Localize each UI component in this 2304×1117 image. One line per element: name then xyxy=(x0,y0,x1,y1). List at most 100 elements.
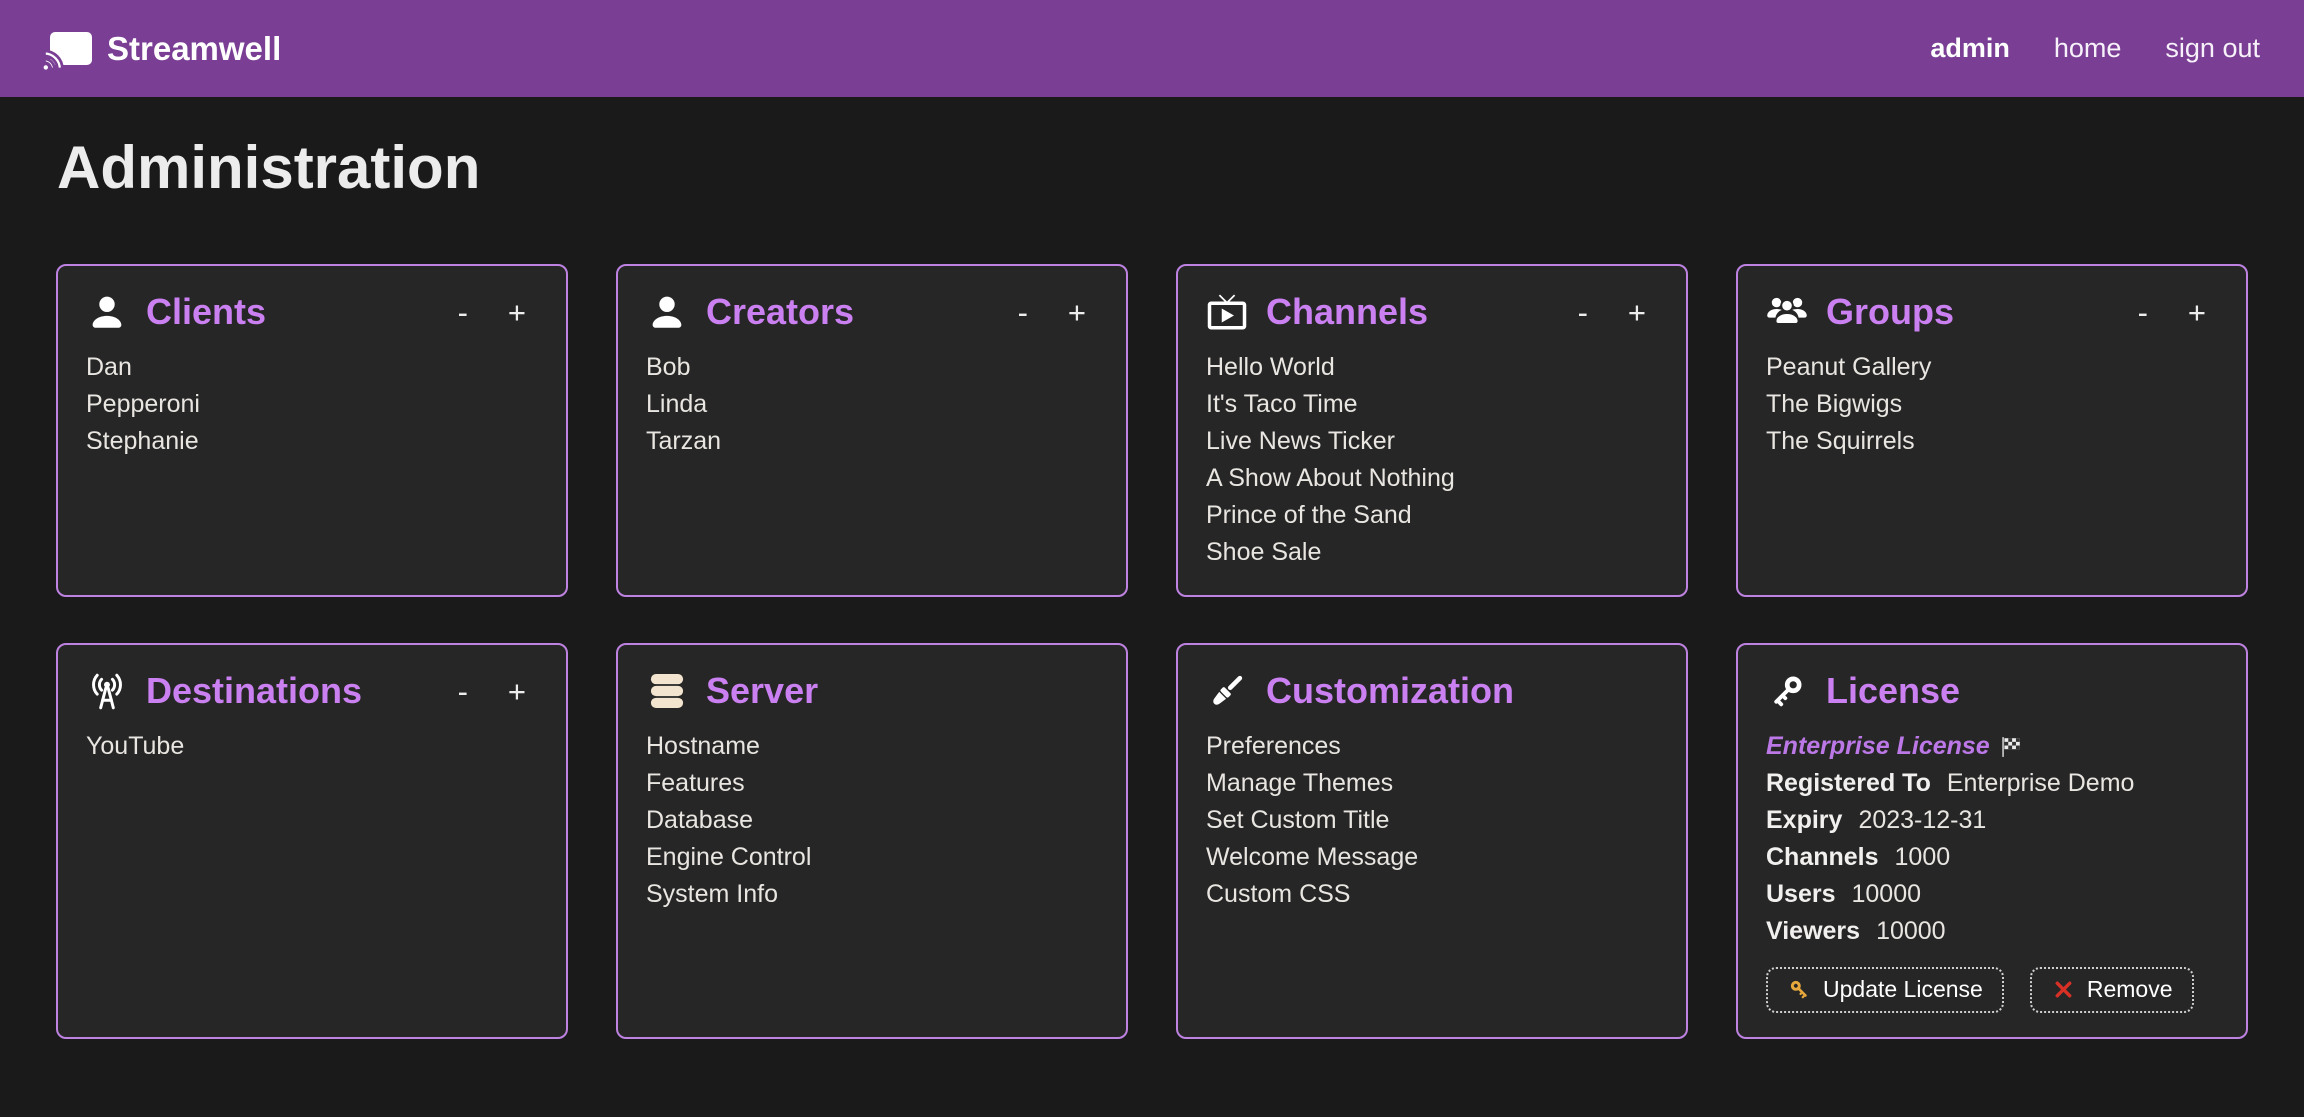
field-value: 10000 xyxy=(1852,876,1922,913)
top-nav: admin home sign out xyxy=(1930,33,2260,64)
list-item[interactable]: Engine Control xyxy=(646,839,1098,876)
list-item[interactable]: The Squirrels xyxy=(1766,423,2218,460)
database-icon xyxy=(646,670,688,712)
list-item[interactable]: It's Taco Time xyxy=(1206,386,1658,423)
clients-list: DanPepperoniStephanie xyxy=(86,349,538,460)
group-icon xyxy=(1766,291,1808,333)
checkered-flag-icon xyxy=(2000,736,2022,758)
add-client-button[interactable]: + xyxy=(508,297,526,328)
nav-admin[interactable]: admin xyxy=(1930,33,2010,64)
license-fields: Registered To Enterprise Demo Expiry 202… xyxy=(1766,765,2218,950)
field-label: Registered To xyxy=(1766,765,1931,802)
field-label: Channels xyxy=(1766,839,1879,876)
list-item[interactable]: Linda xyxy=(646,386,1098,423)
card-title: License xyxy=(1826,667,1960,715)
channels-list: Hello WorldIt's Taco TimeLive News Ticke… xyxy=(1206,349,1658,571)
license-buttons: Update License Remove xyxy=(1766,967,2218,1013)
add-creator-button[interactable]: + xyxy=(1068,297,1086,328)
list-item[interactable]: Dan xyxy=(86,349,538,386)
field-value: Enterprise Demo xyxy=(1947,765,2135,802)
remove-creator-button[interactable]: - xyxy=(1018,297,1028,328)
list-item[interactable]: Peanut Gallery xyxy=(1766,349,2218,386)
person-icon xyxy=(86,291,128,333)
creators-list: BobLindaTarzan xyxy=(646,349,1098,460)
destinations-list: YouTube xyxy=(86,728,538,765)
license-field-users: Users 10000 xyxy=(1766,876,2218,913)
list-item[interactable]: Prince of the Sand xyxy=(1206,497,1658,534)
brand-link[interactable]: Streamwell xyxy=(42,27,281,71)
field-value: 2023-12-31 xyxy=(1858,802,1986,839)
topbar: Streamwell admin home sign out xyxy=(0,0,2304,97)
card-title: Clients xyxy=(146,288,266,336)
card-channels: Channels - + Hello WorldIt's Taco TimeLi… xyxy=(1176,264,1688,597)
cast-logo-icon xyxy=(42,27,94,71)
license-field-viewers: Viewers 10000 xyxy=(1766,913,2218,950)
list-item[interactable]: Bob xyxy=(646,349,1098,386)
card-title: Server xyxy=(706,667,818,715)
list-item[interactable]: System Info xyxy=(646,876,1098,913)
card-license: License Enterprise License Registered xyxy=(1736,643,2248,1039)
list-item[interactable]: Pepperoni xyxy=(86,386,538,423)
list-item[interactable]: Custom CSS xyxy=(1206,876,1658,913)
button-label: Remove xyxy=(2087,976,2173,1004)
card-server: Server HostnameFeaturesDatabaseEngine Co… xyxy=(616,643,1128,1039)
nav-sign-out[interactable]: sign out xyxy=(2165,33,2260,64)
groups-list: Peanut GalleryThe BigwigsThe Squirrels xyxy=(1766,349,2218,460)
remove-license-button[interactable]: Remove xyxy=(2030,967,2194,1013)
card-customization: Customization PreferencesManage ThemesSe… xyxy=(1176,643,1688,1039)
field-label: Users xyxy=(1766,876,1836,913)
card-creators: Creators - + BobLindaTarzan xyxy=(616,264,1128,597)
card-title: Creators xyxy=(706,288,854,336)
card-destinations: Destinations - + YouTube xyxy=(56,643,568,1039)
page-title: Administration xyxy=(57,133,2304,202)
list-item[interactable]: A Show About Nothing xyxy=(1206,460,1658,497)
server-list: HostnameFeaturesDatabaseEngine ControlSy… xyxy=(646,728,1098,913)
list-item[interactable]: Database xyxy=(646,802,1098,839)
brand-name: Streamwell xyxy=(107,30,281,68)
list-item[interactable]: Features xyxy=(646,765,1098,802)
list-item[interactable]: Shoe Sale xyxy=(1206,534,1658,571)
card-title: Groups xyxy=(1826,288,1954,336)
list-item[interactable]: YouTube xyxy=(86,728,538,765)
nav-home[interactable]: home xyxy=(2054,33,2122,64)
license-field-registered-to: Registered To Enterprise Demo xyxy=(1766,765,2218,802)
add-group-button[interactable]: + xyxy=(2188,297,2206,328)
field-label: Viewers xyxy=(1766,913,1860,950)
field-value: 1000 xyxy=(1895,839,1951,876)
gold-key-icon xyxy=(1787,977,1812,1002)
field-value: 10000 xyxy=(1876,913,1946,950)
person-icon xyxy=(646,291,688,333)
button-label: Update License xyxy=(1823,976,1983,1004)
license-type: Enterprise License xyxy=(1766,728,2218,765)
list-item[interactable]: Welcome Message xyxy=(1206,839,1658,876)
list-item[interactable]: The Bigwigs xyxy=(1766,386,2218,423)
list-item[interactable]: Preferences xyxy=(1206,728,1658,765)
list-item[interactable]: Tarzan xyxy=(646,423,1098,460)
admin-cards-grid: Clients - + DanPepperoniStephanie Creato… xyxy=(56,264,2248,1039)
live-tv-icon xyxy=(1206,291,1248,333)
red-x-icon xyxy=(2051,977,2076,1002)
paintbrush-icon xyxy=(1206,670,1248,712)
card-clients: Clients - + DanPepperoniStephanie xyxy=(56,264,568,597)
license-field-channels: Channels 1000 xyxy=(1766,839,2218,876)
list-item[interactable]: Live News Ticker xyxy=(1206,423,1658,460)
list-item[interactable]: Manage Themes xyxy=(1206,765,1658,802)
list-item[interactable]: Hostname xyxy=(646,728,1098,765)
list-item[interactable]: Stephanie xyxy=(86,423,538,460)
card-title: Destinations xyxy=(146,667,362,715)
remove-group-button[interactable]: - xyxy=(2138,297,2148,328)
license-type-label: Enterprise License xyxy=(1766,728,1990,765)
card-title: Channels xyxy=(1266,288,1428,336)
broadcast-tower-icon xyxy=(86,670,128,712)
add-channel-button[interactable]: + xyxy=(1628,297,1646,328)
add-destination-button[interactable]: + xyxy=(508,676,526,707)
remove-channel-button[interactable]: - xyxy=(1578,297,1588,328)
remove-client-button[interactable]: - xyxy=(458,297,468,328)
list-item[interactable]: Set Custom Title xyxy=(1206,802,1658,839)
key-icon xyxy=(1766,670,1808,712)
card-groups: Groups - + Peanut GalleryThe BigwigsThe … xyxy=(1736,264,2248,597)
update-license-button[interactable]: Update License xyxy=(1766,967,2004,1013)
license-field-expiry: Expiry 2023-12-31 xyxy=(1766,802,2218,839)
list-item[interactable]: Hello World xyxy=(1206,349,1658,386)
remove-destination-button[interactable]: - xyxy=(458,676,468,707)
